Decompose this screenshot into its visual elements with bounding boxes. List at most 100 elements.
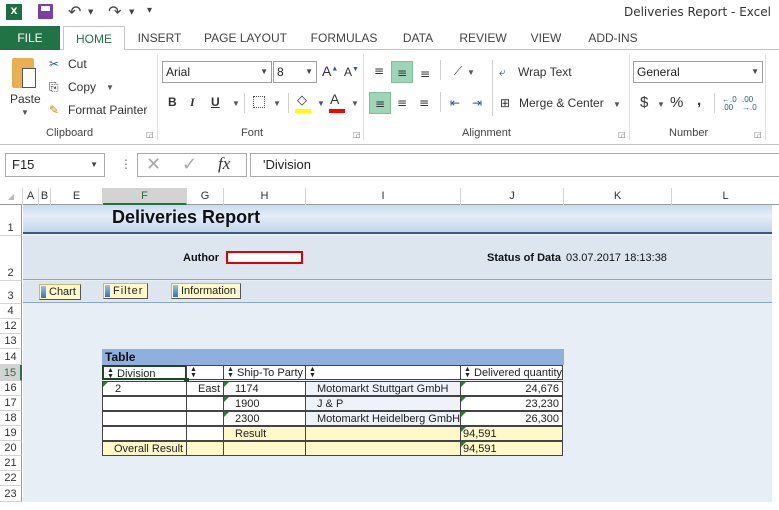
grow-font-button[interactable]: A▲ — [322, 63, 338, 79]
cell-empty[interactable] — [305, 426, 461, 441]
cell-party-name[interactable]: Motomarkt Stuttgart GmbH — [305, 381, 461, 396]
currency-button[interactable]: $ — [640, 94, 648, 111]
font-color-icon[interactable]: A — [330, 91, 339, 107]
cell-region[interactable]: East — [186, 381, 224, 396]
column-header-f[interactable]: F — [103, 188, 187, 205]
formula-bar-handle[interactable]: ⋮ — [120, 157, 132, 171]
column-header-h[interactable]: H — [224, 188, 306, 205]
italic-button[interactable]: I — [190, 95, 195, 110]
cell-division[interactable] — [102, 396, 187, 411]
borders-icon[interactable] — [253, 96, 265, 108]
column-header-b[interactable]: B — [39, 188, 51, 205]
copy-button[interactable]: Copy — [68, 80, 96, 94]
align-left-icon[interactable]: ≡ — [369, 92, 391, 114]
row-header-18[interactable]: 18 — [0, 411, 22, 426]
column-header-e[interactable]: E — [51, 188, 103, 205]
cancel-icon[interactable]: ✕ — [146, 154, 161, 175]
tab-add-ins[interactable]: ADD-INS — [582, 26, 644, 50]
vertical-scrollbar[interactable] — [772, 205, 779, 510]
column-header-l[interactable]: L — [672, 188, 779, 205]
redo-dropdown-icon[interactable]: ▼ — [129, 8, 134, 16]
percent-button[interactable]: % — [670, 94, 683, 111]
number-format-select[interactable]: General ▼ — [633, 61, 763, 83]
align-bottom-icon[interactable]: ≡ — [414, 63, 436, 85]
header-division[interactable]: ▲ ▼ Division — [102, 365, 187, 380]
cell-delivered-quantity[interactable]: 24,676 — [460, 381, 563, 396]
cell-party-name[interactable]: J & P — [305, 396, 461, 411]
tab-review[interactable]: REVIEW — [455, 26, 511, 50]
align-center-icon[interactable]: ≡ — [391, 92, 413, 114]
cell-delivered-quantity[interactable]: 23,230 — [460, 396, 563, 411]
currency-dropdown-icon[interactable]: ▼ — [657, 100, 665, 109]
row-header-13[interactable]: 13 — [0, 334, 22, 349]
row-header-2[interactable]: 2 — [0, 236, 22, 281]
sort-icon[interactable]: ▲ ▼ — [227, 366, 234, 379]
align-top-icon[interactable]: ≡ — [368, 60, 390, 82]
filter-button[interactable]: Filter — [103, 283, 149, 299]
column-header-a[interactable]: A — [23, 188, 39, 205]
header-party-name[interactable]: ▲ ▼ — [305, 365, 461, 380]
clipboard-launcher-icon[interactable]: ◲ — [146, 130, 154, 139]
row-header-16[interactable]: 16 — [0, 381, 22, 396]
result-quantity[interactable]: 94,591 — [460, 426, 563, 441]
row-header-20[interactable]: 20 — [0, 441, 22, 456]
cell-party-id[interactable]: 1900 — [223, 396, 306, 411]
sort-icon[interactable]: ▲ ▼ — [309, 366, 316, 379]
decrease-decimal-button[interactable]: .00 →.0 — [742, 96, 757, 112]
enter-icon[interactable]: ✓ — [182, 154, 197, 175]
tab-file[interactable]: FILE — [0, 26, 60, 50]
row-header-19[interactable]: 19 — [0, 426, 22, 441]
name-box[interactable]: F15 ▼ — [5, 153, 105, 177]
cell-region[interactable] — [186, 396, 224, 411]
sort-icon[interactable]: ▲ ▼ — [464, 366, 471, 379]
tab-formulas[interactable]: FORMULAS — [305, 26, 383, 50]
font-launcher-icon[interactable]: ◲ — [353, 130, 361, 139]
increase-decimal-button[interactable]: ←.0 .00 — [722, 96, 737, 112]
horizontal-scrollbar[interactable] — [0, 502, 779, 510]
paste-dropdown-icon[interactable]: ▼ — [21, 108, 29, 117]
tab-view[interactable]: VIEW — [525, 26, 567, 50]
decrease-indent-icon[interactable]: ⇤ — [444, 92, 466, 114]
orientation-dropdown-icon[interactable]: ▼ — [467, 68, 475, 77]
shrink-font-button[interactable]: A▼ — [344, 65, 359, 79]
overall-result-quantity[interactable]: 94,591 — [460, 441, 563, 456]
cell-delivered-quantity[interactable]: 26,300 — [460, 411, 563, 426]
cell-empty[interactable] — [186, 441, 224, 456]
row-header-3[interactable]: 3 — [0, 281, 22, 304]
cell-empty[interactable] — [102, 426, 187, 441]
column-header-j[interactable]: J — [461, 188, 564, 205]
paste-button[interactable]: Paste — [10, 92, 41, 106]
underline-dropdown-icon[interactable]: ▼ — [232, 99, 240, 108]
tab-data[interactable]: DATA — [395, 26, 441, 50]
tab-home[interactable]: HOME — [63, 26, 125, 51]
borders-dropdown-icon[interactable]: ▼ — [273, 99, 281, 108]
row-header-4[interactable]: 4 — [0, 304, 22, 319]
chart-button[interactable]: Chart — [39, 284, 81, 300]
cell-party-id[interactable]: 2300 — [223, 411, 306, 426]
merge-dropdown-icon[interactable]: ▼ — [613, 100, 621, 109]
header-ship-to-party[interactable]: ▲ ▼ Ship-To Party — [223, 365, 306, 380]
cell-empty[interactable] — [223, 441, 306, 456]
row-header-15[interactable]: 15 — [0, 365, 22, 381]
row-header-21[interactable]: 21 — [0, 456, 22, 471]
increase-indent-icon[interactable]: ⇥ — [466, 92, 488, 114]
tab-insert[interactable]: INSERT — [132, 26, 187, 50]
column-header-g[interactable]: G — [187, 188, 224, 205]
row-header-1[interactable]: 1 — [0, 205, 22, 236]
cut-button[interactable]: Cut — [68, 57, 87, 71]
row-header-14[interactable]: 14 — [0, 349, 22, 365]
select-all-button[interactable]: ◢ — [0, 188, 23, 205]
underline-button[interactable]: U — [211, 95, 220, 109]
font-family-select[interactable]: Arial ▼ — [162, 61, 272, 83]
author-field[interactable] — [226, 251, 303, 264]
tab-page-layout[interactable]: PAGE LAYOUT — [198, 26, 293, 50]
cell-division[interactable]: 2 — [102, 381, 187, 396]
save-icon[interactable] — [38, 4, 53, 19]
number-launcher-icon[interactable]: ◲ — [754, 130, 762, 139]
row-header-23[interactable]: 23 — [0, 486, 22, 502]
paste-icon[interactable] — [12, 58, 36, 88]
wrap-text-button[interactable]: Wrap Text — [518, 65, 572, 79]
merge-center-button[interactable]: Merge & Center — [519, 96, 604, 110]
insert-function-icon[interactable]: fx — [218, 154, 230, 174]
cell-empty[interactable] — [305, 441, 461, 456]
